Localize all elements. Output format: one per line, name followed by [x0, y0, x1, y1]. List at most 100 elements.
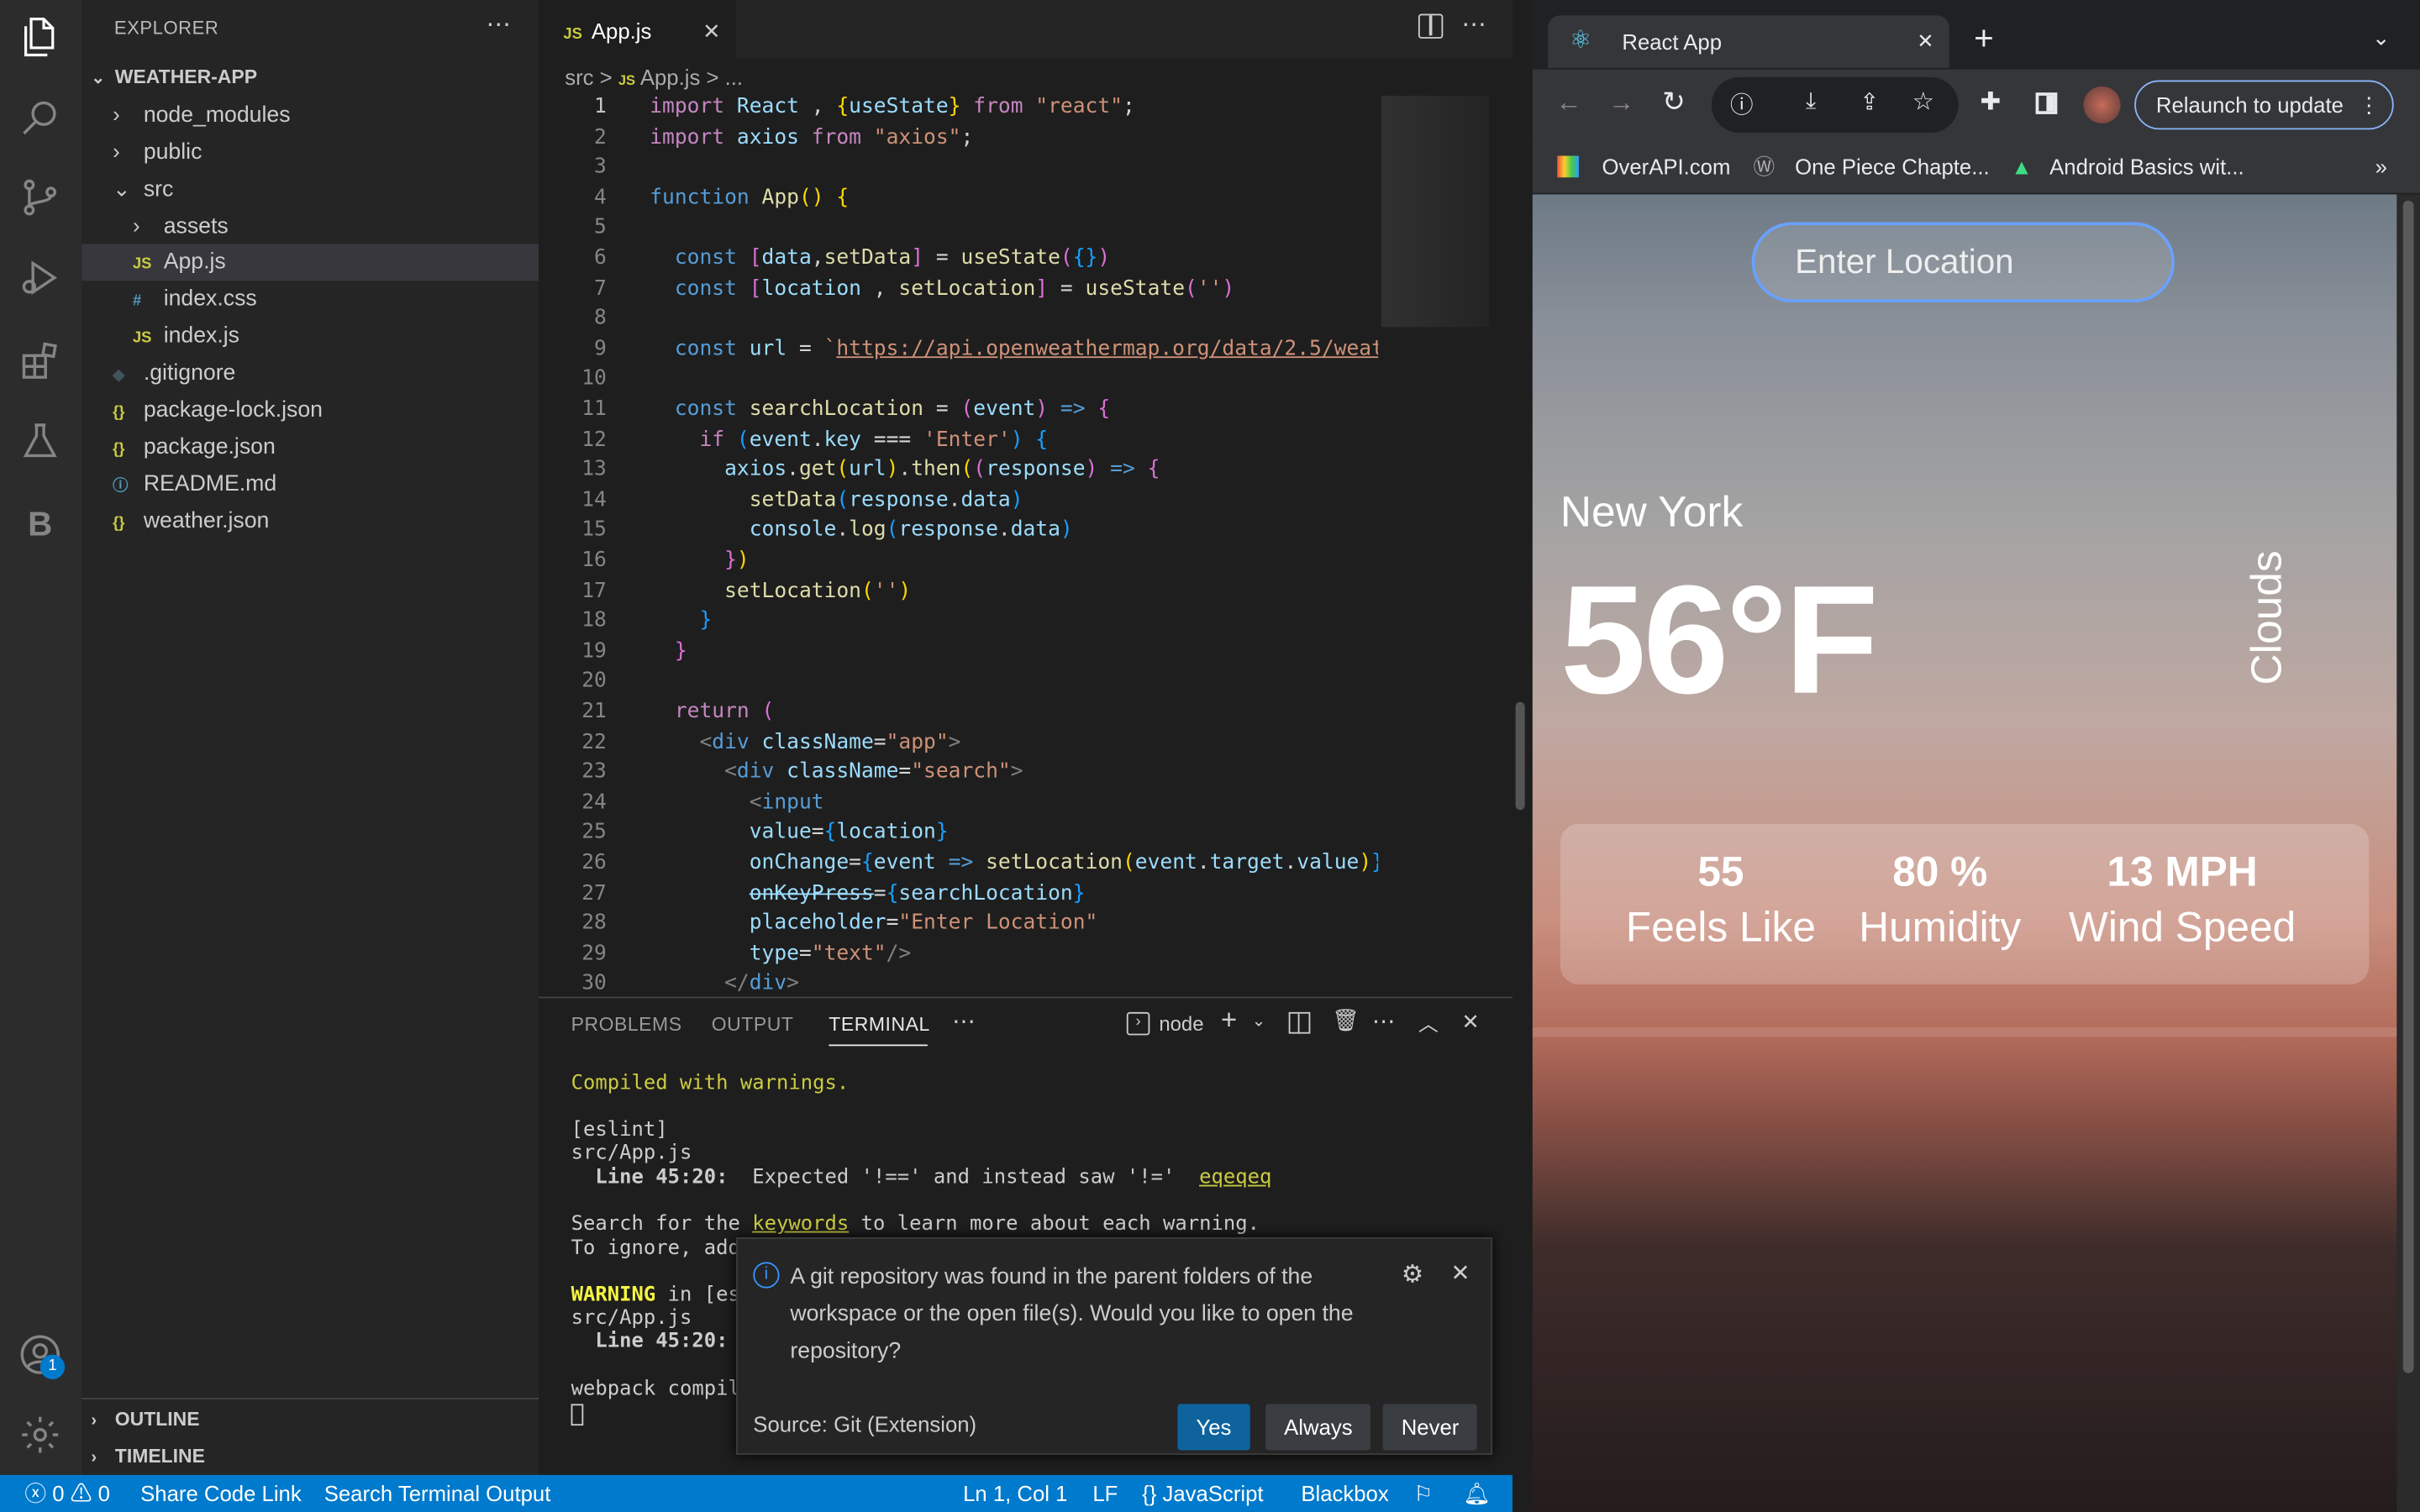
code-line: console.log(response.data): [749, 518, 1073, 543]
page-scrollbar[interactable]: [2396, 194, 2420, 1512]
search-icon[interactable]: [18, 96, 61, 139]
explorer-icon[interactable]: [18, 15, 61, 58]
language-mode[interactable]: {} JavaScript: [1142, 1475, 1263, 1512]
tree-item[interactable]: › public: [82, 133, 539, 170]
testing-icon[interactable]: [18, 420, 61, 463]
install-icon[interactable]: ⤓: [1806, 88, 1816, 114]
bookmark-one-piece[interactable]: One Piece Chapte...: [1795, 140, 1990, 192]
tab-problems[interactable]: PROBLEMS: [571, 1014, 682, 1036]
breadcrumb-src[interactable]: src: [565, 65, 593, 89]
always-button[interactable]: Always: [1265, 1404, 1371, 1451]
problems-indicator[interactable]: ⓧ 0 ⚠ 0: [24, 1475, 110, 1512]
source-control-icon[interactable]: [18, 176, 61, 218]
new-tab-icon[interactable]: +: [1974, 18, 1994, 59]
new-terminal-icon[interactable]: +: [1221, 1005, 1237, 1037]
split-terminal-icon[interactable]: [1288, 1011, 1311, 1034]
split-editor-icon[interactable]: [1418, 13, 1444, 39]
terminal-shell-name[interactable]: node: [1159, 1012, 1203, 1036]
tab-search-chevron-icon[interactable]: ⌄: [2372, 24, 2391, 50]
end-of-line[interactable]: LF: [1092, 1475, 1118, 1512]
tab-output[interactable]: OUTPUT: [712, 1014, 794, 1036]
run-debug-icon[interactable]: [18, 256, 61, 299]
feedback-icon[interactable]: ⚐: [1413, 1475, 1433, 1512]
terminal-line: Line 45:20:: [571, 1330, 729, 1353]
notifications-bell-icon[interactable]: 🔔︎: [1463, 1475, 1491, 1512]
breadcrumb-symbol[interactable]: ...: [725, 65, 743, 89]
bookmark-android-basics[interactable]: Android Basics wit...: [2049, 140, 2244, 192]
tree-item[interactable]: ◆ .gitignore: [82, 354, 539, 391]
never-button[interactable]: Never: [1382, 1404, 1478, 1451]
forward-icon[interactable]: →: [1608, 88, 1634, 119]
terminal-line: Compiled with warnings.: [571, 1072, 850, 1096]
extensions-puzzle-icon[interactable]: ✚: [1980, 87, 2001, 118]
tree-item[interactable]: JS App.js: [82, 244, 539, 281]
outline-section[interactable]: › OUTLINE: [82, 1401, 539, 1438]
tree-item[interactable]: {} package-lock.json: [82, 392, 539, 429]
tree-item-label: index.js: [163, 323, 240, 349]
file-type-icon: JS: [132, 255, 152, 274]
breadcrumb-separator: >: [599, 65, 613, 90]
extensions-icon[interactable]: [18, 339, 61, 382]
tree-item[interactable]: ⌄ src: [82, 170, 539, 207]
close-notification-icon[interactable]: ✕: [1450, 1259, 1470, 1287]
side-panel-icon[interactable]: [2035, 92, 2058, 114]
tree-item[interactable]: {} weather.json: [82, 503, 539, 540]
tree-item-label: index.css: [163, 286, 257, 312]
terminal-more-icon[interactable]: ⋯: [1372, 1007, 1396, 1035]
editor-more-icon[interactable]: ⋯: [1461, 9, 1486, 40]
line-number: 9: [594, 337, 607, 361]
tab-app-js[interactable]: JS App.js ✕: [539, 0, 737, 60]
panel-resizer[interactable]: [1515, 701, 1525, 811]
tree-item[interactable]: ⓘ README.md: [82, 466, 539, 503]
code-line: const searchLocation = (event) => {: [674, 397, 1111, 422]
breadcrumb-file[interactable]: App.js: [640, 65, 700, 89]
close-tab-icon[interactable]: ✕: [1917, 15, 1933, 67]
search-terminal-output[interactable]: Search Terminal Output: [324, 1475, 551, 1512]
bookmarks-overflow-icon[interactable]: »: [2375, 140, 2387, 192]
tree-item[interactable]: JS index.js: [82, 318, 539, 354]
timeline-section[interactable]: › TIMELINE: [82, 1438, 539, 1475]
code-line: <input: [749, 790, 824, 815]
tree-item[interactable]: {} package.json: [82, 429, 539, 466]
chevron-down-icon[interactable]: ⌄: [1252, 1011, 1266, 1031]
relaunch-button[interactable]: Relaunch to update ⋮: [2134, 80, 2394, 130]
more-actions-icon[interactable]: ⋯: [487, 9, 511, 40]
browser-tab[interactable]: ⚛ React App ✕: [1548, 15, 1949, 68]
back-icon[interactable]: ←: [1555, 88, 1581, 119]
project-folder[interactable]: ⌄ WEATHER-APP: [82, 59, 539, 96]
trash-icon[interactable]: 🗑: [1332, 1007, 1360, 1033]
cursor-position[interactable]: Ln 1, Col 1: [963, 1475, 1067, 1512]
code-line: placeholder="Enter Location": [749, 911, 1098, 936]
location-input[interactable]: Enter Location: [1751, 222, 2175, 302]
android-icon: ▲: [2011, 154, 2033, 180]
tree-item-label: package-lock.json: [143, 397, 324, 423]
site-info-icon[interactable]: ⓘ: [1730, 88, 1754, 121]
line-number: 11: [581, 397, 607, 422]
temperature: 56°F: [1560, 554, 1879, 727]
bookmark-star-icon[interactable]: ☆: [1912, 87, 1934, 118]
tab-terminal[interactable]: TERMINAL: [829, 1014, 930, 1036]
share-code-link[interactable]: Share Code Link: [140, 1475, 302, 1512]
panel-more-icon[interactable]: ⋯: [952, 1007, 976, 1035]
profile-avatar[interactable]: [2083, 86, 2121, 123]
tree-item[interactable]: › node_modules: [82, 96, 539, 133]
close-tab-icon[interactable]: ✕: [702, 2, 721, 60]
code-editor[interactable]: 1 2 3 4 5 6 7 8 9 10 11 12 13 14 15 16 17 18 19 20 21 22 23 24 2…: [539, 95, 1512, 997]
bookmark-overapi[interactable]: OverAPI.com: [1602, 140, 1730, 192]
reload-icon[interactable]: ↻: [1662, 87, 1686, 119]
close-panel-icon[interactable]: ✕: [1461, 1009, 1480, 1035]
line-number: 29: [581, 942, 607, 966]
terminal-line: [eslint]: [571, 1118, 668, 1142]
blackbox-status[interactable]: Blackbox: [1301, 1475, 1388, 1512]
tree-item[interactable]: › assets: [82, 207, 539, 244]
blackbox-icon[interactable]: B: [18, 503, 61, 546]
maximize-panel-icon[interactable]: ︿: [1418, 1007, 1439, 1037]
minimap[interactable]: [1378, 95, 1490, 997]
line-number: 17: [581, 579, 607, 603]
notification-settings-gear-icon[interactable]: ⚙: [1402, 1259, 1423, 1290]
share-icon[interactable]: ⇪: [1860, 88, 1879, 116]
settings-gear-icon[interactable]: [18, 1413, 61, 1456]
yes-button[interactable]: Yes: [1177, 1404, 1250, 1451]
tree-item[interactable]: # index.css: [82, 281, 539, 318]
line-number: 13: [581, 458, 607, 482]
